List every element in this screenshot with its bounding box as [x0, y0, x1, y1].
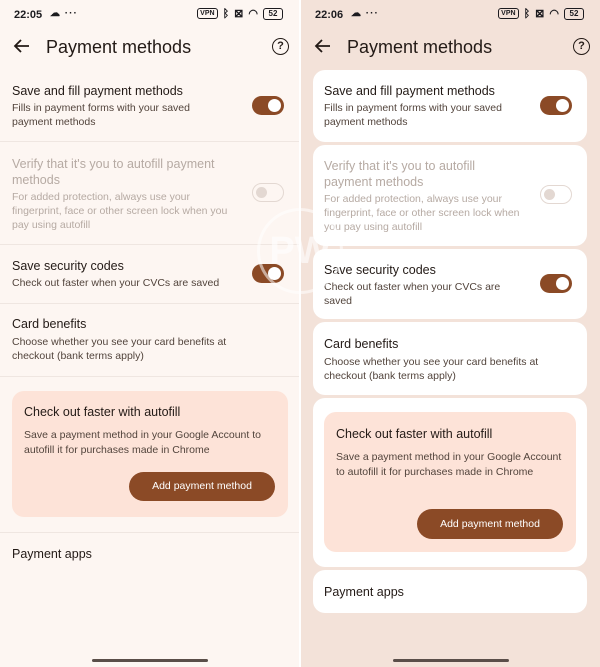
setting-title: Save and fill payment methods — [324, 84, 495, 98]
autofill-promo-container: Check out faster with autofill Save a pa… — [313, 398, 587, 567]
setting-subtitle: Choose whether you see your card benefit… — [12, 336, 227, 362]
setting-title: Verify that it's you to autofill payment… — [12, 157, 215, 187]
status-time: 22:06 — [315, 9, 344, 21]
setting-verify-autofill: Verify that it's you to autofill payment… — [313, 145, 587, 246]
bluetooth-icon: ᛒ — [222, 7, 230, 20]
divider — [0, 141, 299, 142]
setting-subtitle: Fills in payment forms with your saved p… — [324, 102, 502, 128]
setting-title: Save and fill payment methods — [12, 84, 183, 98]
verify-autofill-toggle — [540, 185, 572, 204]
divider — [0, 532, 299, 533]
autofill-promo-card: Check out faster with autofill Save a pa… — [12, 391, 288, 517]
payment-apps-item[interactable]: Payment apps — [0, 545, 299, 565]
left-screenshot: 22:05 ☁ ··· VPN ᛒ ⊠ ◠ 52 Payment methods… — [0, 0, 299, 667]
right-screenshot: 22:06 ☁ ··· VPN ᛒ ⊠ ◠ 52 Payment methods… — [301, 0, 600, 667]
setting-save-and-fill[interactable]: Save and fill payment methods Fills in p… — [0, 80, 299, 142]
setting-subtitle: Check out faster when your CVCs are save… — [324, 281, 501, 307]
divider — [0, 244, 299, 245]
verify-autofill-toggle — [252, 183, 284, 202]
payment-apps-label: Payment apps — [324, 585, 404, 599]
save-and-fill-toggle[interactable] — [252, 96, 284, 115]
bluetooth-icon: ᛒ — [523, 7, 531, 20]
status-right-icons: VPN ᛒ ⊠ ◠ 52 — [498, 7, 584, 20]
status-notification-icons: ☁ ··· — [351, 8, 379, 19]
add-payment-method-button[interactable]: Add payment method — [417, 509, 563, 539]
setting-card-benefits[interactable]: Card benefits Choose whether you see you… — [0, 314, 299, 374]
setting-subtitle: Fills in payment forms with your saved p… — [12, 102, 190, 128]
promo-body: Save a payment method in your Google Acc… — [336, 451, 562, 478]
payment-apps-label: Payment apps — [12, 547, 92, 561]
battery-icon: 52 — [564, 7, 584, 20]
vpn-icon: VPN — [498, 8, 519, 19]
setting-subtitle: Choose whether you see your card benefit… — [324, 356, 539, 382]
setting-title: Card benefits — [324, 337, 399, 351]
no-sim-icon: ⊠ — [234, 8, 244, 20]
autofill-promo-card: Check out faster with autofill Save a pa… — [324, 412, 576, 552]
back-arrow-icon[interactable] — [313, 36, 333, 56]
status-bar: 22:05 ☁ ··· VPN ᛒ ⊠ ◠ 52 — [0, 0, 299, 30]
help-icon[interactable]: ? — [573, 38, 590, 55]
setting-subtitle: For added protection, always use your fi… — [12, 191, 228, 231]
setting-verify-autofill: Verify that it's you to autofill payment… — [0, 152, 299, 244]
setting-title: Verify that it's you to autofill payment… — [324, 159, 476, 189]
save-and-fill-toggle[interactable] — [540, 96, 572, 115]
back-arrow-icon[interactable] — [12, 36, 32, 56]
app-bar: Payment methods ? — [301, 30, 600, 66]
page-title: Payment methods — [347, 37, 493, 57]
setting-title: Save security codes — [12, 259, 124, 273]
page-title: Payment methods — [46, 37, 192, 57]
setting-card-benefits[interactable]: Card benefits Choose whether you see you… — [313, 322, 587, 395]
divider — [0, 303, 299, 304]
gesture-nav-bar[interactable] — [91, 659, 208, 662]
setting-subtitle: For added protection, always use your fi… — [324, 193, 520, 233]
setting-save-security-codes[interactable]: Save security codes Check out faster whe… — [313, 249, 587, 319]
no-sim-icon: ⊠ — [535, 8, 545, 20]
setting-save-and-fill[interactable]: Save and fill payment methods Fills in p… — [313, 70, 587, 142]
status-notification-icons: ☁ ··· — [50, 8, 78, 19]
add-payment-method-button[interactable]: Add payment method — [129, 472, 275, 501]
payment-apps-item[interactable]: Payment apps — [313, 570, 587, 613]
gesture-nav-bar[interactable] — [392, 659, 509, 662]
setting-save-security-codes[interactable]: Save security codes Check out faster whe… — [0, 256, 299, 302]
wifi-icon: ◠ — [549, 8, 559, 20]
status-right-icons: VPN ᛒ ⊠ ◠ 52 — [197, 7, 283, 20]
vpn-icon: VPN — [197, 8, 218, 19]
watermark-logo: PW — [257, 208, 343, 294]
status-bar: 22:06 ☁ ··· VPN ᛒ ⊠ ◠ 52 — [301, 0, 600, 30]
wifi-icon: ◠ — [248, 8, 258, 20]
setting-title: Card benefits — [12, 317, 87, 331]
app-bar: Payment methods ? — [0, 30, 299, 66]
promo-body: Save a payment method in your Google Acc… — [24, 429, 261, 456]
save-security-codes-toggle[interactable] — [540, 274, 572, 293]
setting-subtitle: Check out faster when your CVCs are save… — [12, 277, 220, 289]
battery-icon: 52 — [263, 7, 283, 20]
divider — [0, 376, 299, 377]
promo-title: Check out faster with autofill — [336, 427, 493, 441]
help-icon[interactable]: ? — [272, 38, 289, 55]
status-time: 22:05 — [14, 9, 43, 21]
promo-title: Check out faster with autofill — [24, 405, 181, 419]
setting-title: Save security codes — [324, 263, 436, 277]
